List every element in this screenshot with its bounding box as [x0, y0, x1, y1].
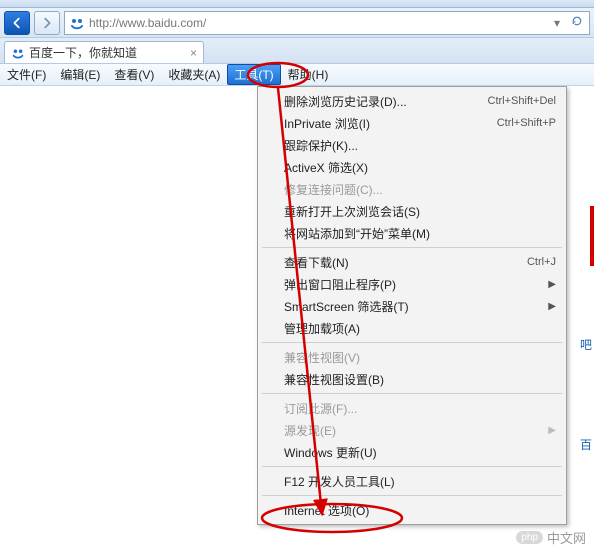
menu-item-label: 源发现(E)	[284, 422, 548, 439]
menu-bar: 文件(F) 编辑(E) 查看(V) 收藏夹(A) 工具(T) 帮助(H)	[0, 64, 594, 86]
menu-popup-blocker[interactable]: 弹出窗口阻止程序(P) ▶	[260, 273, 564, 295]
submenu-arrow-icon: ▶	[548, 279, 556, 290]
menu-internet-options[interactable]: Internet 选项(O)	[260, 499, 564, 521]
menu-item-label: 弹出窗口阻止程序(P)	[284, 276, 548, 293]
menu-windows-update[interactable]: Windows 更新(U)	[260, 441, 564, 463]
menu-item-label: 兼容性视图(V)	[284, 349, 556, 366]
menu-item-label: 删除浏览历史记录(D)...	[284, 93, 488, 110]
menu-item-label: 订阅此源(F)...	[284, 400, 556, 417]
menu-item-label: SmartScreen 筛选器(T)	[284, 298, 548, 315]
menu-feed-discover: 源发现(E) ▶	[260, 419, 564, 441]
menu-tracking-protection[interactable]: 跟踪保护(K)...	[260, 134, 564, 156]
back-button[interactable]	[4, 11, 30, 35]
page-edge-text: 百	[580, 436, 592, 453]
submenu-arrow-icon: ▶	[548, 301, 556, 312]
page-edge-artifact	[590, 206, 594, 266]
window-titlebar-strip	[0, 0, 594, 8]
menu-separator	[262, 466, 562, 467]
tools-dropdown: 删除浏览历史记录(D)... Ctrl+Shift+Del InPrivate …	[257, 86, 567, 525]
menu-activex-filter[interactable]: ActiveX 筛选(X)	[260, 156, 564, 178]
menu-fix-connection: 修复连接问题(C)...	[260, 178, 564, 200]
forward-button[interactable]	[34, 11, 60, 35]
menu-edit[interactable]: 编辑(E)	[53, 64, 107, 85]
menu-add-to-start[interactable]: 将网站添加到“开始”菜单(M)	[260, 222, 564, 244]
menu-view[interactable]: 查看(V)	[107, 64, 161, 85]
menu-reopen-last[interactable]: 重新打开上次浏览会话(S)	[260, 200, 564, 222]
menu-subscribe-feed: 订阅此源(F)...	[260, 397, 564, 419]
menu-item-label: 兼容性视图设置(B)	[284, 371, 556, 388]
menu-separator	[262, 247, 562, 248]
watermark-text: 中文网	[547, 528, 586, 547]
address-dropdown-icon[interactable]: ▾	[549, 16, 565, 30]
content-area: 吧 百 删除浏览历史记录(D)... Ctrl+Shift+Del InPriv…	[0, 86, 594, 553]
menu-file[interactable]: 文件(F)	[0, 64, 53, 85]
baidu-favicon-icon	[69, 15, 85, 31]
tab-title: 百度一下，你就知道	[29, 44, 186, 61]
menu-separator	[262, 342, 562, 343]
menu-item-label: Internet 选项(O)	[284, 502, 556, 519]
address-bar[interactable]: http://www.baidu.com/ ▾	[64, 11, 590, 35]
menu-item-label: 重新打开上次浏览会话(S)	[284, 203, 556, 220]
menu-compat-view: 兼容性视图(V)	[260, 346, 564, 368]
menu-item-accel: Ctrl+Shift+Del	[488, 95, 556, 107]
menu-manage-addons[interactable]: 管理加载项(A)	[260, 317, 564, 339]
menu-inprivate[interactable]: InPrivate 浏览(I) Ctrl+Shift+P	[260, 112, 564, 134]
menu-tools[interactable]: 工具(T)	[227, 64, 280, 85]
baidu-favicon-icon	[11, 46, 25, 60]
menu-view-downloads[interactable]: 查看下载(N) Ctrl+J	[260, 251, 564, 273]
menu-f12-devtools[interactable]: F12 开发人员工具(L)	[260, 470, 564, 492]
close-icon[interactable]: ×	[190, 46, 197, 60]
navigation-bar: http://www.baidu.com/ ▾	[0, 8, 594, 38]
menu-item-accel: Ctrl+Shift+P	[497, 117, 556, 129]
menu-separator	[262, 393, 562, 394]
menu-favorites[interactable]: 收藏夹(A)	[161, 64, 227, 85]
address-url: http://www.baidu.com/	[89, 16, 545, 30]
watermark-badge: php	[516, 531, 543, 544]
menu-item-label: 修复连接问题(C)...	[284, 181, 556, 198]
submenu-arrow-icon: ▶	[548, 425, 556, 436]
watermark: php 中文网	[516, 528, 586, 547]
menu-item-label: ActiveX 筛选(X)	[284, 159, 556, 176]
menu-item-label: 跟踪保护(K)...	[284, 137, 556, 154]
menu-item-label: F12 开发人员工具(L)	[284, 473, 556, 490]
menu-item-label: 将网站添加到“开始”菜单(M)	[284, 225, 556, 242]
menu-delete-history[interactable]: 删除浏览历史记录(D)... Ctrl+Shift+Del	[260, 90, 564, 112]
tab-strip: 百度一下，你就知道 ×	[0, 38, 594, 64]
menu-separator	[262, 495, 562, 496]
menu-item-label: 管理加载项(A)	[284, 320, 556, 337]
menu-item-label: InPrivate 浏览(I)	[284, 115, 497, 132]
refresh-icon[interactable]	[569, 15, 585, 30]
menu-compat-settings[interactable]: 兼容性视图设置(B)	[260, 368, 564, 390]
menu-item-accel: Ctrl+J	[527, 256, 556, 268]
menu-item-label: 查看下载(N)	[284, 254, 527, 271]
menu-help[interactable]: 帮助(H)	[281, 64, 336, 85]
tab-baidu[interactable]: 百度一下，你就知道 ×	[4, 41, 204, 63]
menu-smartscreen[interactable]: SmartScreen 筛选器(T) ▶	[260, 295, 564, 317]
menu-item-label: Windows 更新(U)	[284, 444, 556, 461]
page-edge-text: 吧	[580, 336, 592, 353]
